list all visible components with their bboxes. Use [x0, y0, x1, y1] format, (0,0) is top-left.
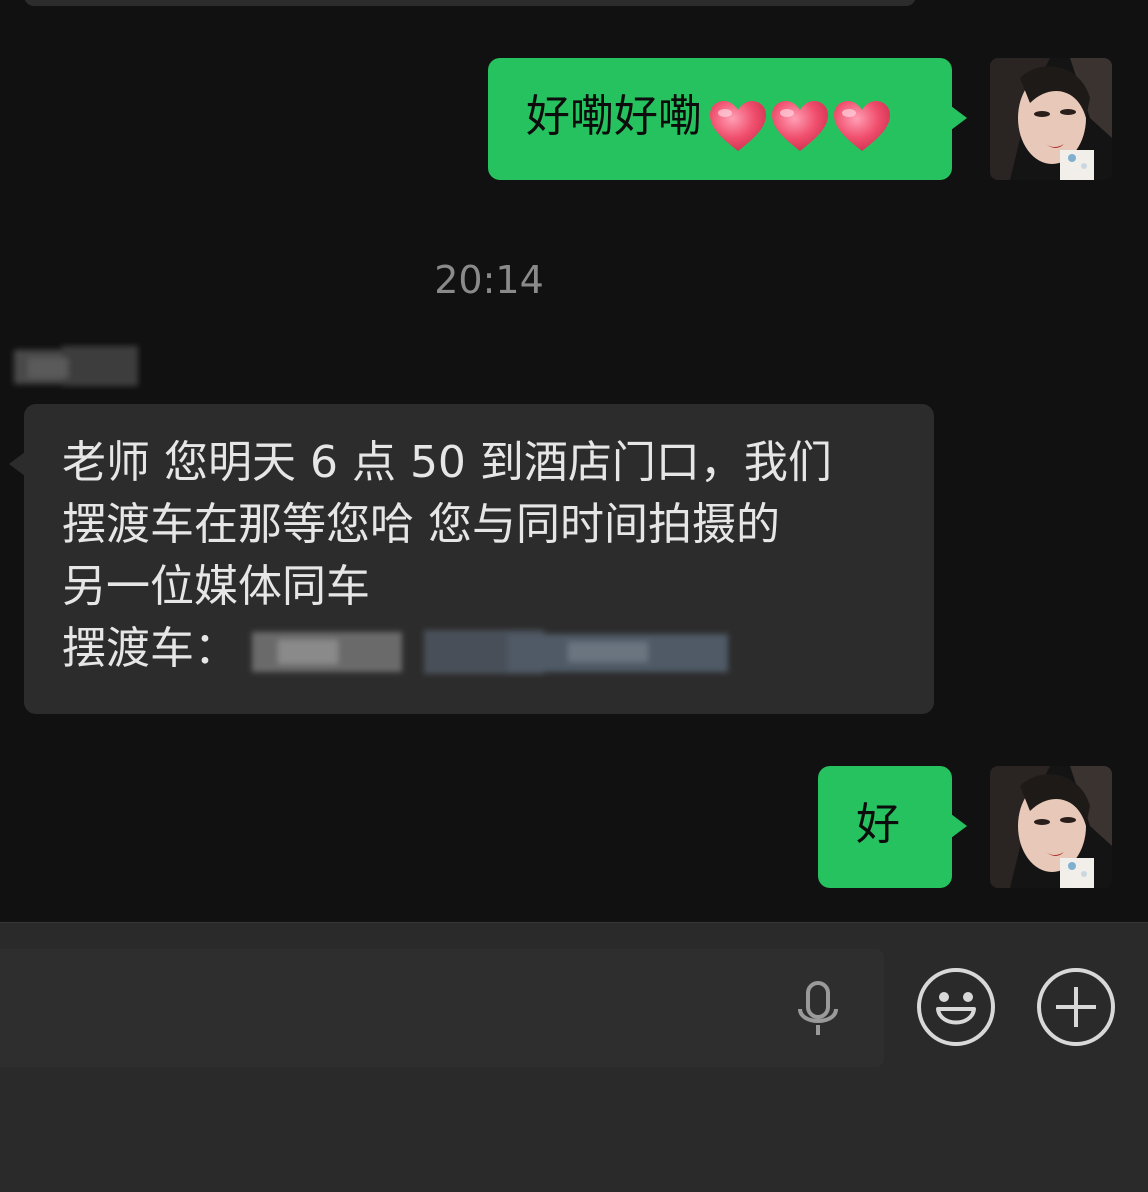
- red-heart-icon: [710, 100, 766, 151]
- redacted-text: [252, 630, 728, 674]
- outgoing-message-bubble[interactable]: 好: [818, 766, 967, 888]
- message-text: 好: [856, 799, 900, 850]
- plus-circle-icon[interactable]: [1036, 967, 1116, 1047]
- avatar-portrait-image: [990, 58, 1112, 180]
- message-text: 好嘞好嘞: [526, 91, 702, 142]
- outgoing-message-bubble[interactable]: 好嘞好嘞: [488, 58, 967, 180]
- smiley-face-icon[interactable]: [916, 967, 996, 1047]
- microphone-icon[interactable]: [778, 969, 858, 1049]
- avatar-portrait-image: [990, 766, 1112, 888]
- message-line-4: 摆渡车：: [62, 618, 934, 680]
- message-line-2: 摆渡车在那等您哈 您与同时间拍摄的: [62, 499, 780, 550]
- incoming-message-bubble[interactable]: 老师 您明天 6 点 50 到酒店门口，我们 摆渡车在那等您哈 您与同时间拍摄的…: [9, 404, 934, 714]
- red-heart-icon: [772, 100, 828, 151]
- chat-screen: 好嘞好嘞 20:14 老师 您明天 6 点 50 到酒店门口，我们 摆渡车在那等…: [0, 0, 1148, 1192]
- shuttle-label: 摆渡车：: [62, 623, 238, 674]
- message-timestamp: 20:14: [434, 258, 544, 302]
- user-avatar[interactable]: [990, 58, 1112, 180]
- previous-message-bubble[interactable]: [24, 0, 916, 6]
- message-input[interactable]: [0, 949, 884, 1067]
- redacted-sender-name: [14, 346, 138, 386]
- message-line-1: 老师 您明天 6 点 50 到酒店门口，我们: [62, 437, 832, 488]
- message-line-3: 另一位媒体同车: [62, 561, 370, 612]
- message-input-bar: [0, 922, 1148, 1192]
- red-heart-icon: [834, 100, 890, 151]
- heart-emoji-group: [706, 99, 892, 155]
- user-avatar[interactable]: [990, 766, 1112, 888]
